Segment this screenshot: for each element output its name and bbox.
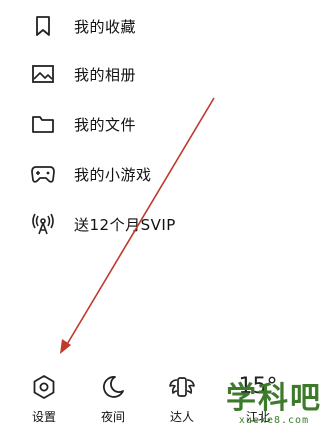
- menu-item-label: 我的小游戏: [74, 165, 152, 184]
- bookmark-icon: [28, 11, 58, 41]
- menu-item-label: 我的相册: [74, 65, 137, 84]
- night-mode-label: 夜间: [100, 410, 125, 424]
- menu-item-files[interactable]: 我的文件: [28, 104, 136, 144]
- watermark-title: 学科吧: [226, 381, 322, 416]
- moon-icon: [96, 370, 130, 404]
- menu-item-label: 我的收藏: [74, 17, 137, 36]
- menu-item-label: 送12个月SVIP: [74, 215, 176, 234]
- settings-label: 设置: [31, 410, 56, 424]
- folder-icon: [28, 109, 58, 139]
- watermark-logo: 学科吧 xueke8.com: [226, 381, 322, 427]
- gamepad-icon: [28, 159, 58, 189]
- settings-button[interactable]: 设置: [16, 370, 72, 425]
- winged-shirt-icon: [165, 370, 199, 404]
- menu-item-minigames[interactable]: 我的小游戏: [28, 154, 152, 194]
- menu-item-album[interactable]: 我的相册: [28, 54, 136, 94]
- broadcast-icon: [28, 209, 58, 239]
- menu-item-label: 我的文件: [74, 115, 137, 134]
- menu-item-svip[interactable]: 送12个月SVIP: [28, 204, 176, 244]
- night-mode-button[interactable]: 夜间: [85, 370, 141, 425]
- talent-label: 达人: [169, 410, 194, 424]
- menu-item-favorites[interactable]: 我的收藏: [28, 6, 136, 46]
- talent-button[interactable]: 达人: [154, 370, 210, 425]
- settings-icon: [27, 370, 61, 404]
- image-icon: [28, 59, 58, 89]
- watermark-url: xueke8.com: [238, 415, 310, 426]
